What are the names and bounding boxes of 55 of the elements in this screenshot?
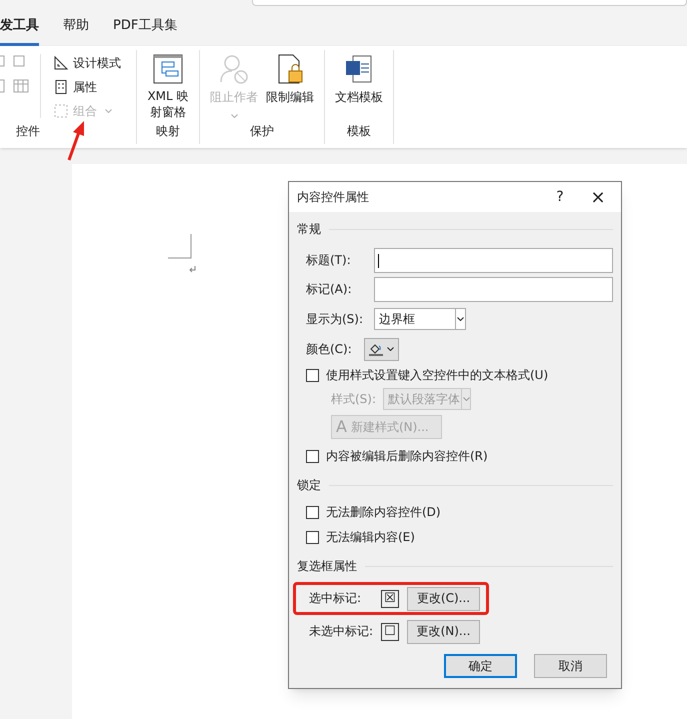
person-blocked-icon bbox=[219, 54, 249, 84]
checkbox[interactable] bbox=[306, 368, 319, 382]
ribbon-button[interactable]: 限制编辑 bbox=[266, 54, 314, 122]
checkbox-label: 内容被编辑后删除内容控件(R) bbox=[326, 448, 488, 464]
group-label: 模板 bbox=[347, 123, 371, 140]
cancel-button[interactable]: 取消 bbox=[534, 654, 607, 678]
dialog-title: 内容控件属性 bbox=[297, 189, 370, 206]
tree-pane-icon bbox=[152, 54, 183, 84]
ruler-icon bbox=[53, 55, 69, 71]
xml-mapping-button[interactable]: XML 映 射窗格 bbox=[147, 46, 189, 122]
tag-field[interactable] bbox=[374, 277, 613, 302]
checkbox[interactable] bbox=[306, 506, 319, 519]
ok-button[interactable]: 确定 bbox=[444, 654, 517, 678]
checkbox[interactable] bbox=[306, 531, 319, 544]
close-button[interactable]: × bbox=[575, 184, 621, 210]
mark-symbol: ☐ bbox=[381, 622, 399, 640]
mark-symbol: ☒ bbox=[381, 590, 399, 608]
field-label: 标题(T): bbox=[306, 253, 352, 268]
ribbon-button[interactable]: 设计模式 bbox=[53, 54, 121, 72]
section-heading: 常规 bbox=[297, 222, 321, 236]
checkbox-label: 无法编辑内容(E) bbox=[326, 530, 415, 545]
field-label: 颜色(C): bbox=[306, 342, 353, 356]
checkbox-label: 无法删除内容控件(D) bbox=[326, 505, 441, 520]
template-button[interactable]: 文档模板 bbox=[335, 46, 383, 122]
caret-icon bbox=[230, 114, 238, 118]
word-document-icon bbox=[345, 54, 373, 84]
caret-icon bbox=[105, 109, 112, 113]
group-label: 控件 bbox=[16, 123, 40, 140]
paint-bucket-icon bbox=[369, 342, 383, 356]
field-label: 样式(S): bbox=[331, 392, 378, 406]
checkbox[interactable] bbox=[306, 450, 319, 462]
ribbon-tab[interactable]: PDF工具集 bbox=[113, 16, 178, 46]
section-heading: 锁定 bbox=[297, 478, 321, 492]
checkbox-label: 使用样式设置键入空控件中的文本格式(U) bbox=[326, 368, 548, 382]
group-icon bbox=[53, 103, 69, 119]
caret-icon bbox=[387, 347, 394, 351]
field-label: 未选中标记: bbox=[309, 624, 374, 639]
ribbon-button[interactable]: 属性 bbox=[53, 78, 121, 96]
change-button[interactable]: 更改(N)... bbox=[407, 620, 480, 644]
margin-corner-icon bbox=[168, 234, 198, 274]
change-button[interactable]: 更改(C)... bbox=[407, 586, 480, 610]
help-button[interactable]: ? bbox=[545, 186, 575, 208]
group-label: 保护 bbox=[250, 123, 274, 140]
section-heading: 复选框属性 bbox=[297, 558, 357, 574]
field-label: 选中标记: bbox=[309, 591, 362, 606]
title-field[interactable] bbox=[374, 248, 613, 273]
color-button[interactable] bbox=[364, 338, 399, 360]
show-as-dropdown[interactable]: 边界框 bbox=[374, 308, 466, 330]
caret-icon bbox=[457, 317, 464, 321]
ribbon-tab[interactable]: 帮助 bbox=[63, 16, 89, 46]
properties-icon bbox=[53, 79, 69, 95]
field-label: 显示为(S): bbox=[306, 312, 364, 326]
caret-icon bbox=[462, 397, 470, 401]
field-label: 标记(A): bbox=[306, 282, 353, 297]
group-label: 映射 bbox=[156, 123, 180, 140]
